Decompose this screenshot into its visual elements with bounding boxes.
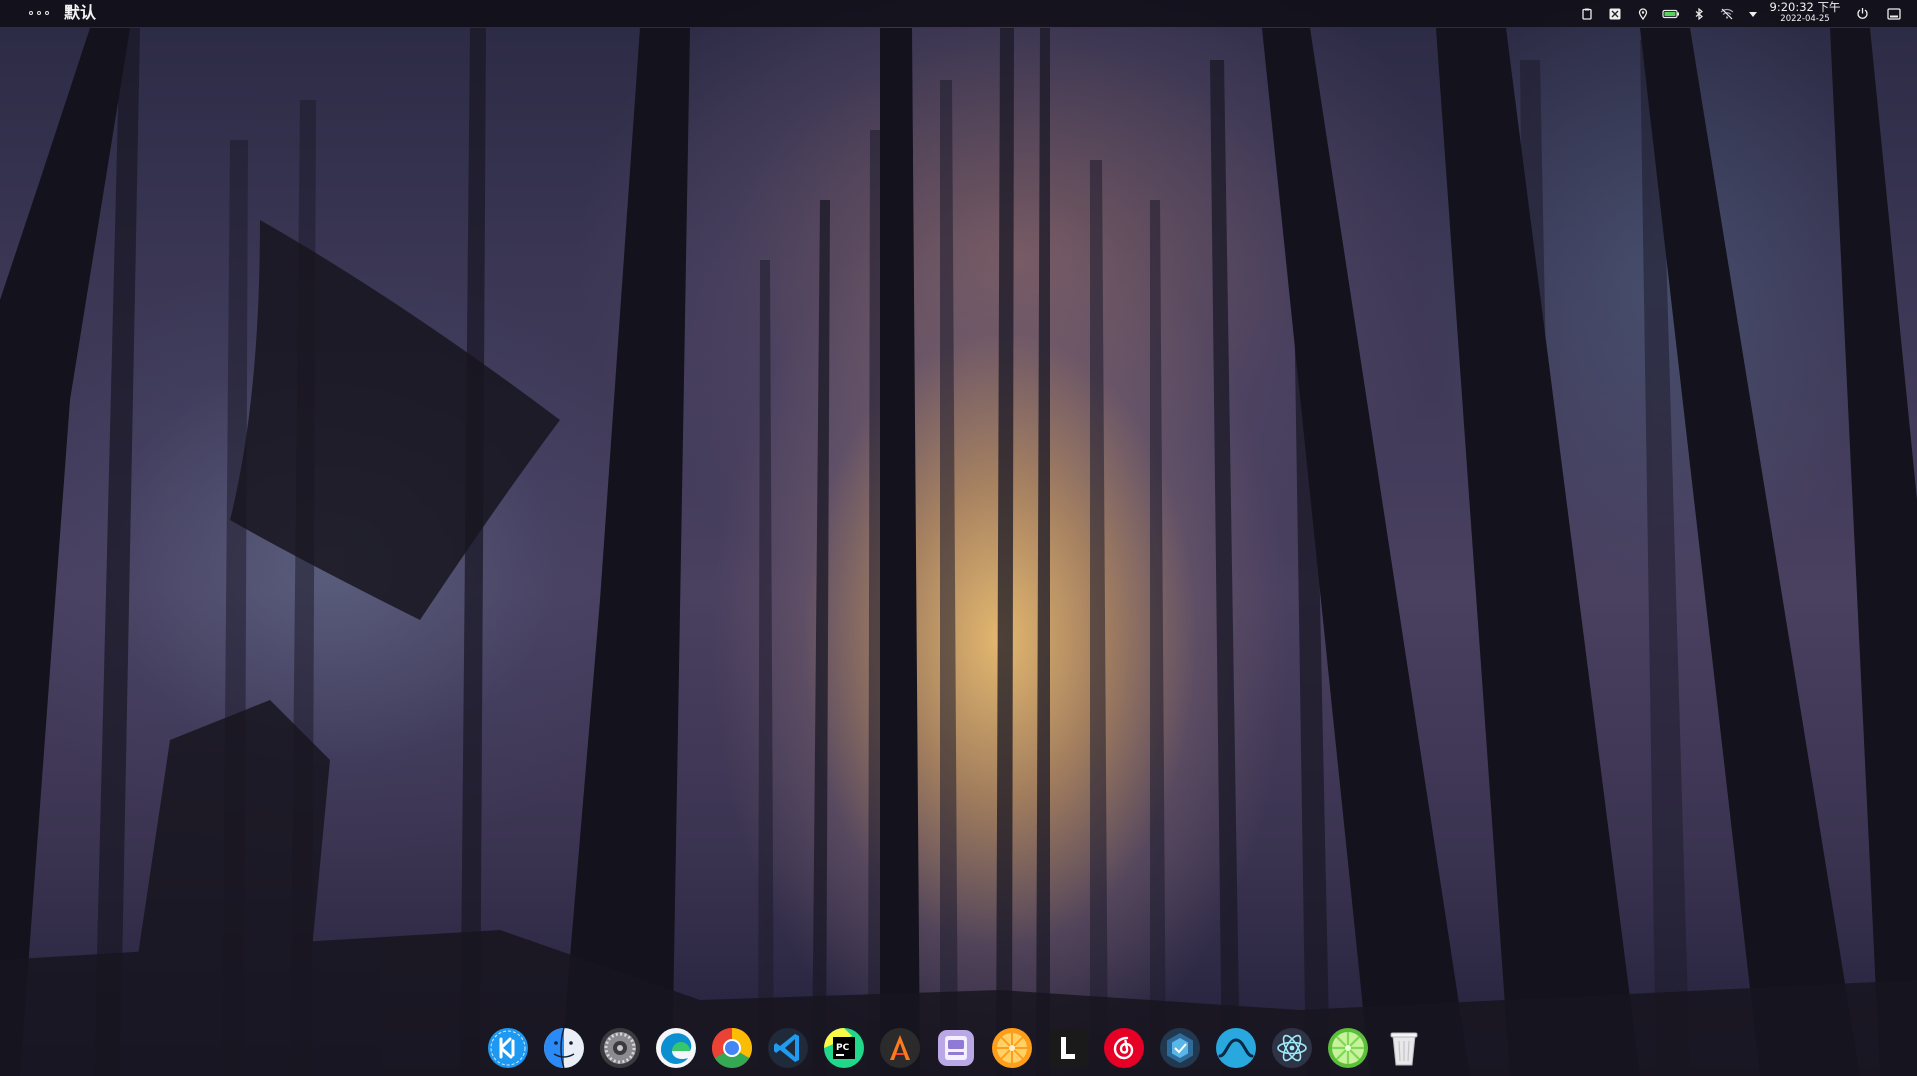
show-desktop-icon[interactable]	[1884, 0, 1904, 27]
netease-music-icon[interactable]	[1102, 1026, 1146, 1070]
orange-icon[interactable]	[990, 1026, 1034, 1070]
dock: PC	[484, 1023, 1418, 1073]
finder-icon[interactable]	[542, 1026, 586, 1070]
lime-icon[interactable]	[1326, 1026, 1370, 1070]
power-icon[interactable]	[1852, 0, 1872, 27]
wave-icon[interactable]	[1214, 1026, 1258, 1070]
electron-icon[interactable]	[1270, 1026, 1314, 1070]
edge-icon[interactable]	[654, 1026, 698, 1070]
chrome-icon[interactable]	[710, 1026, 754, 1070]
system-settings-icon[interactable]	[598, 1026, 642, 1070]
location-icon[interactable]	[1633, 0, 1653, 27]
trash-icon[interactable]	[1382, 1026, 1426, 1070]
typora-l-icon[interactable]	[1046, 1026, 1090, 1070]
clock-date: 2022-04-25	[1780, 14, 1830, 24]
hexagon-app-icon[interactable]	[1158, 1026, 1202, 1070]
dropdown-arrow-icon[interactable]	[1743, 0, 1763, 27]
file-manager-icon[interactable]	[934, 1026, 978, 1070]
input-method-icon[interactable]	[1605, 0, 1625, 27]
clipboard-icon[interactable]	[1577, 0, 1597, 27]
pycharm-icon[interactable]: PC	[822, 1026, 866, 1070]
battery-icon[interactable]	[1661, 0, 1681, 27]
clock-time: 9:20:32 下午	[1769, 0, 1841, 14]
top-panel: 默认 9:20:32 下午 2022-04-25	[0, 0, 1917, 27]
vscode-icon[interactable]	[766, 1026, 810, 1070]
forest-wallpaper-image	[0, 28, 1917, 1076]
dots-menu-icon[interactable]	[29, 7, 49, 19]
bluetooth-icon[interactable]	[1689, 0, 1709, 27]
arch-a-icon[interactable]	[878, 1026, 922, 1070]
network-disabled-icon[interactable]	[1717, 0, 1737, 27]
clock[interactable]: 9:20:32 下午 2022-04-25	[1766, 0, 1844, 27]
active-app-title: 默认	[64, 3, 97, 22]
desktop-wallpaper	[0, 0, 1917, 1076]
svg-text:PC: PC	[836, 1043, 850, 1053]
kde-icon[interactable]	[486, 1026, 530, 1070]
